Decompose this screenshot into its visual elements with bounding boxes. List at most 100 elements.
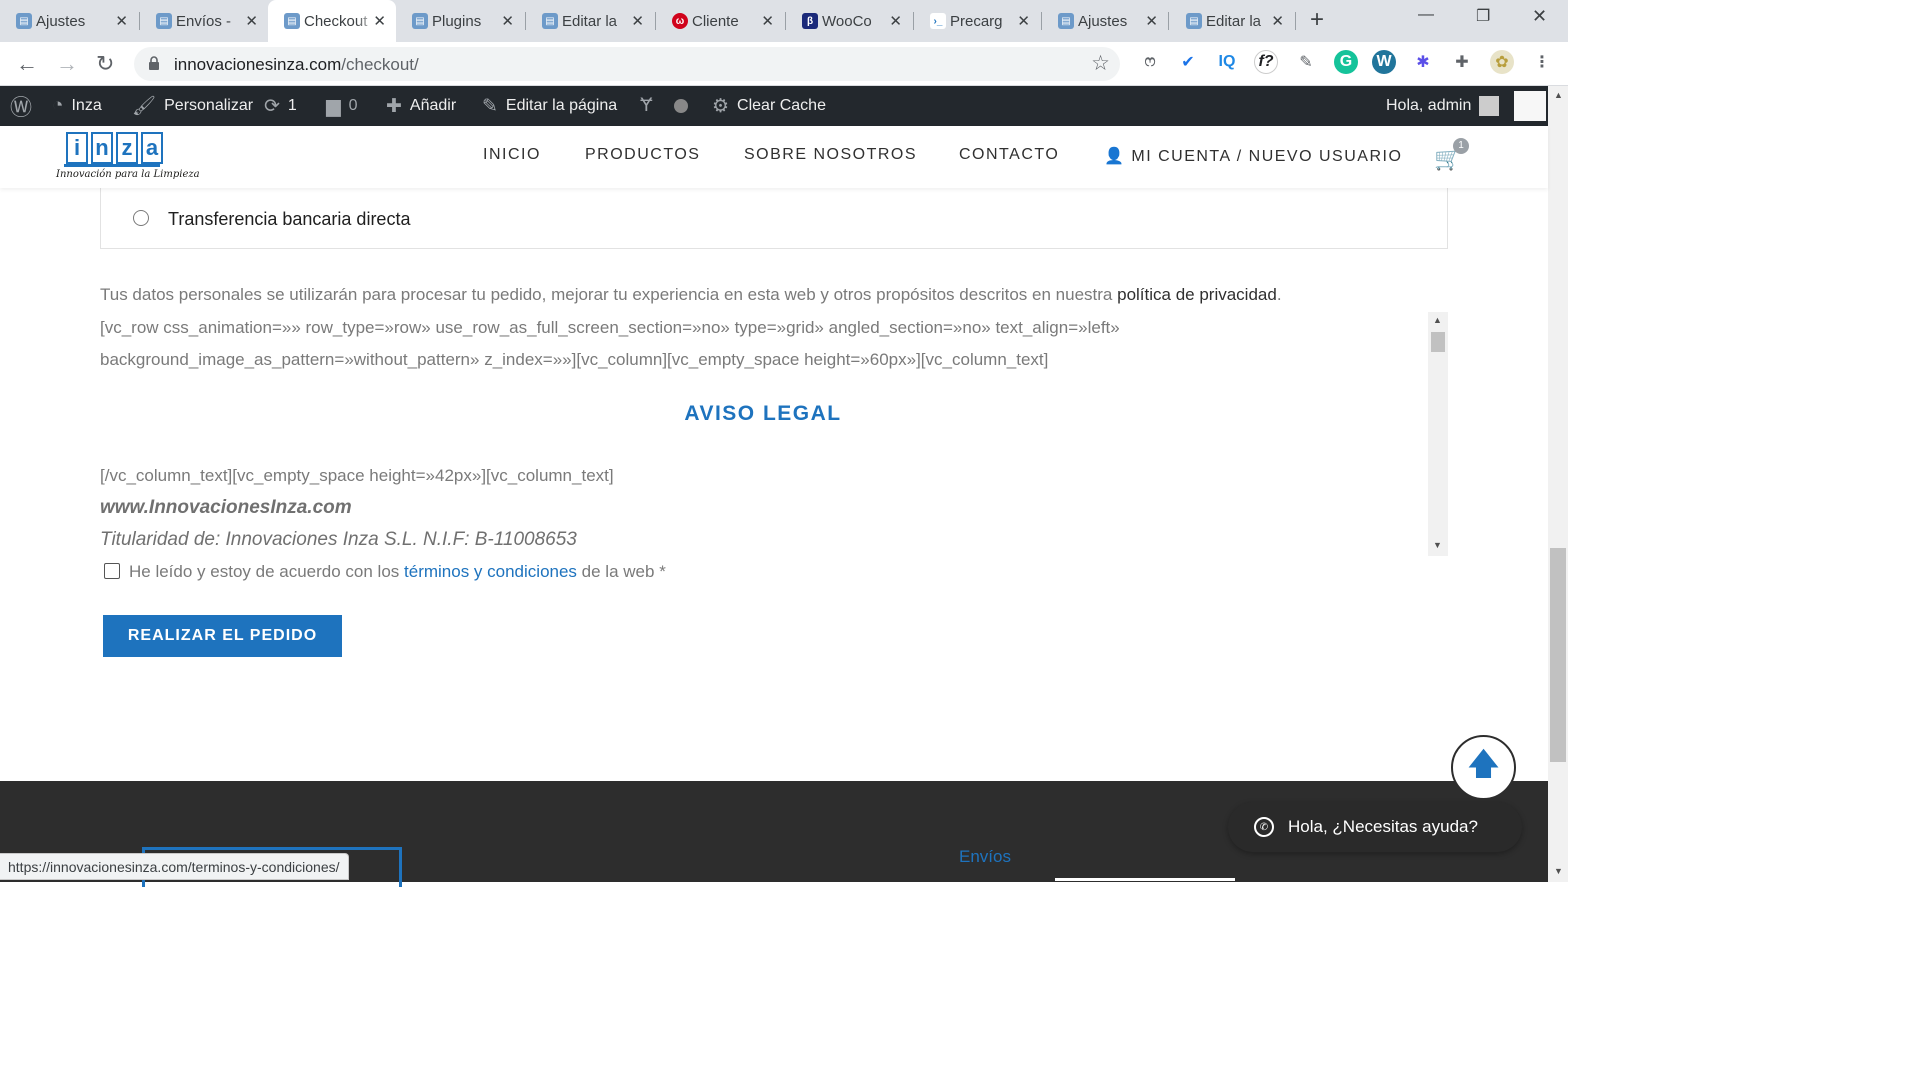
wp-admin-icon: ▤ [156,13,172,29]
yoast-icon[interactable]: Ɏ [640,86,653,126]
eyedropper-icon[interactable]: ✎ [1294,50,1318,74]
footer-link-envios[interactable]: Envíos [959,847,1011,867]
terms-checkbox[interactable] [104,563,120,579]
updates-icon: ⟳ [264,95,280,117]
forward-icon[interactable]: → [56,51,78,77]
tab-title: Editar la [562,12,618,30]
close-icon[interactable]: ✕ [761,12,774,30]
terms-site-url: www.InnovacionesInza.com [100,497,352,518]
minimize-icon[interactable]: — [1418,6,1434,24]
nav-inicio[interactable]: INICIO [483,146,541,164]
footer-divider [1055,878,1235,881]
page-scrollbar[interactable]: ▲ ▼ [1548,86,1568,882]
iq-icon[interactable]: IQ [1215,50,1239,74]
terms-link[interactable]: términos y condiciones [404,562,577,581]
close-icon[interactable]: ✕ [501,12,514,30]
logo-tagline: Innovación para la Limpieza [56,169,200,180]
terms-acceptance-label: He leído y estoy de acuerdo con los térm… [129,562,666,581]
page-scroll-thumb[interactable] [1550,548,1566,762]
privacy-policy-link[interactable]: política de privacidad [1117,285,1277,304]
place-order-button[interactable]: REALIZAR EL PEDIDO [103,615,342,657]
restore-icon[interactable]: ❐ [1476,6,1490,26]
browser-tab[interactable]: ▤ Envíos - ✕ [140,6,268,36]
check-icon[interactable]: ✔ [1176,50,1200,74]
adminbar-account[interactable]: Hola, admin [1386,86,1500,126]
menu-kebab-icon[interactable]: ⋮ [1530,50,1554,74]
terms-shortcode-line: [vc_row css_animation=»» row_type=»row» … [100,318,1120,337]
tab-title: Checkout [304,12,368,30]
terms-content-box[interactable]: [vc_row css_animation=»» row_type=»row» … [100,312,1448,556]
browser-tab[interactable]: ▤ Editar la ✕ [526,6,654,36]
whatsapp-chat-button[interactable]: ✆ Hola, ¿Necesitas ayuda? [1228,802,1522,852]
close-icon[interactable]: ✕ [373,12,386,30]
close-icon[interactable]: ✕ [889,12,902,30]
browser-tab[interactable]: ▤ Ajustes ✕ [1042,6,1168,36]
profile-avatar[interactable]: ✿ [1490,50,1514,74]
puzzle-icon[interactable]: ✚ [1450,50,1474,74]
bookmark-star-icon[interactable]: ☆ [1091,51,1110,76]
browser-tab[interactable]: ω Cliente ✕ [656,6,784,36]
wp-admin-bar: Ⓦ ◔ Inza 🖌 Personalizar ⟳ 1 ▆ 0 ✚ Añadir ✎ Edi… [0,86,1548,126]
wp-logo-icon[interactable]: Ⓦ [10,86,32,126]
fontface-icon[interactable]: f? [1254,50,1278,74]
snowflake-icon[interactable]: ✱ [1411,50,1435,74]
seo-status-dot [674,86,688,126]
scroll-down-arrow-icon[interactable]: ▼ [1433,540,1442,550]
scroll-down-arrow-icon[interactable]: ▼ [1554,866,1563,876]
chat-label: Hola, ¿Necesitas ayuda? [1288,817,1478,836]
browser-tab[interactable]: ›_ Precarg ✕ [914,6,1040,36]
webpanel-icon: ω [672,13,688,29]
site-name: Inza [71,97,102,114]
payment-option-label[interactable]: Transferencia bancaria directa [168,209,410,230]
close-icon[interactable]: ✕ [1145,12,1158,30]
nav-sobre-nosotros[interactable]: SOBRE NOSOTROS [744,146,917,164]
dashboard-icon: ◔ [52,95,64,116]
terms-scroll-thumb[interactable] [1431,332,1445,352]
close-icon[interactable]: ✕ [115,12,128,30]
browser-tab-strip: ▤ Ajustes ✕ ▤ Envíos - ✕ ▤ Checkout ✕ ▤ … [0,0,1568,42]
browser-tab[interactable]: ▤ Editar la ✕ [1170,6,1294,36]
nav-productos[interactable]: PRODUCTOS [585,146,700,164]
payment-radio-bank-transfer[interactable] [133,210,149,226]
add-new-label: Añadir [409,97,457,114]
scroll-up-arrow-icon[interactable]: ▲ [1554,90,1563,100]
window-close-icon[interactable]: ✕ [1532,6,1547,27]
new-tab-button[interactable]: + [1310,6,1324,34]
scroll-up-arrow-icon[interactable]: ▲ [1433,315,1442,325]
close-icon[interactable]: ✕ [1017,12,1030,30]
adminbar-blank-box [1514,91,1546,121]
logo-underline [64,164,160,167]
back-icon[interactable]: ← [16,51,38,77]
site-logo[interactable]: i n z a [66,132,163,166]
browser-tab[interactable]: β WooCo ✕ [786,6,912,36]
comments-count: 0 [348,97,358,114]
close-icon[interactable]: ✕ [245,12,258,30]
close-icon[interactable]: ✕ [1271,12,1284,30]
browser-tab-active[interactable]: ▤ Checkout ✕ [268,0,396,42]
wordpress-icon[interactable]: W [1372,50,1396,74]
nav-contacto[interactable]: CONTACTO [959,146,1059,164]
adminbar-site[interactable]: ◔ Inza [52,86,102,126]
edit-page-label: Editar la página [505,97,618,114]
adminbar-add-new[interactable]: ✚ Añadir [386,86,456,126]
adminbar-updates[interactable]: ⟳ 1 [264,86,297,126]
browser-tab[interactable]: ▤ Ajustes ✕ [0,6,138,36]
back-to-top-button[interactable]: 🡅 [1451,735,1516,800]
wp-admin-icon: ▤ [1186,13,1202,29]
close-icon[interactable]: ✕ [631,12,644,30]
grammarly-icon[interactable]: G [1334,50,1358,74]
browser-tab[interactable]: ▤ Plugins ✕ [396,6,524,36]
adminbar-edit-page[interactable]: ✎ Editar la página [482,86,617,126]
terms-shortcode-line: [/vc_column_text][vc_empty_space height=… [100,466,614,485]
greeting: Hola, admin [1386,97,1472,114]
seo-icon[interactable]: ෆ [1138,50,1162,74]
adminbar-clear-cache[interactable]: ⚙ Clear Cache [712,86,826,126]
reload-icon[interactable]: ↻ [96,51,114,77]
cache-icon: ⚙ [712,95,730,117]
nav-mi-cuenta[interactable]: 👤 MI CUENTA / NUEVO USUARIO [1104,146,1402,166]
adminbar-comments[interactable]: ▆ 0 [326,86,358,126]
terms-scrollbar[interactable]: ▲ ▼ [1428,312,1448,556]
user-icon: 👤 [1104,148,1132,165]
address-bar[interactable]: innovacionesinza.com/checkout/ ☆ [134,47,1120,81]
adminbar-customize[interactable]: 🖌 Personalizar [132,86,253,126]
